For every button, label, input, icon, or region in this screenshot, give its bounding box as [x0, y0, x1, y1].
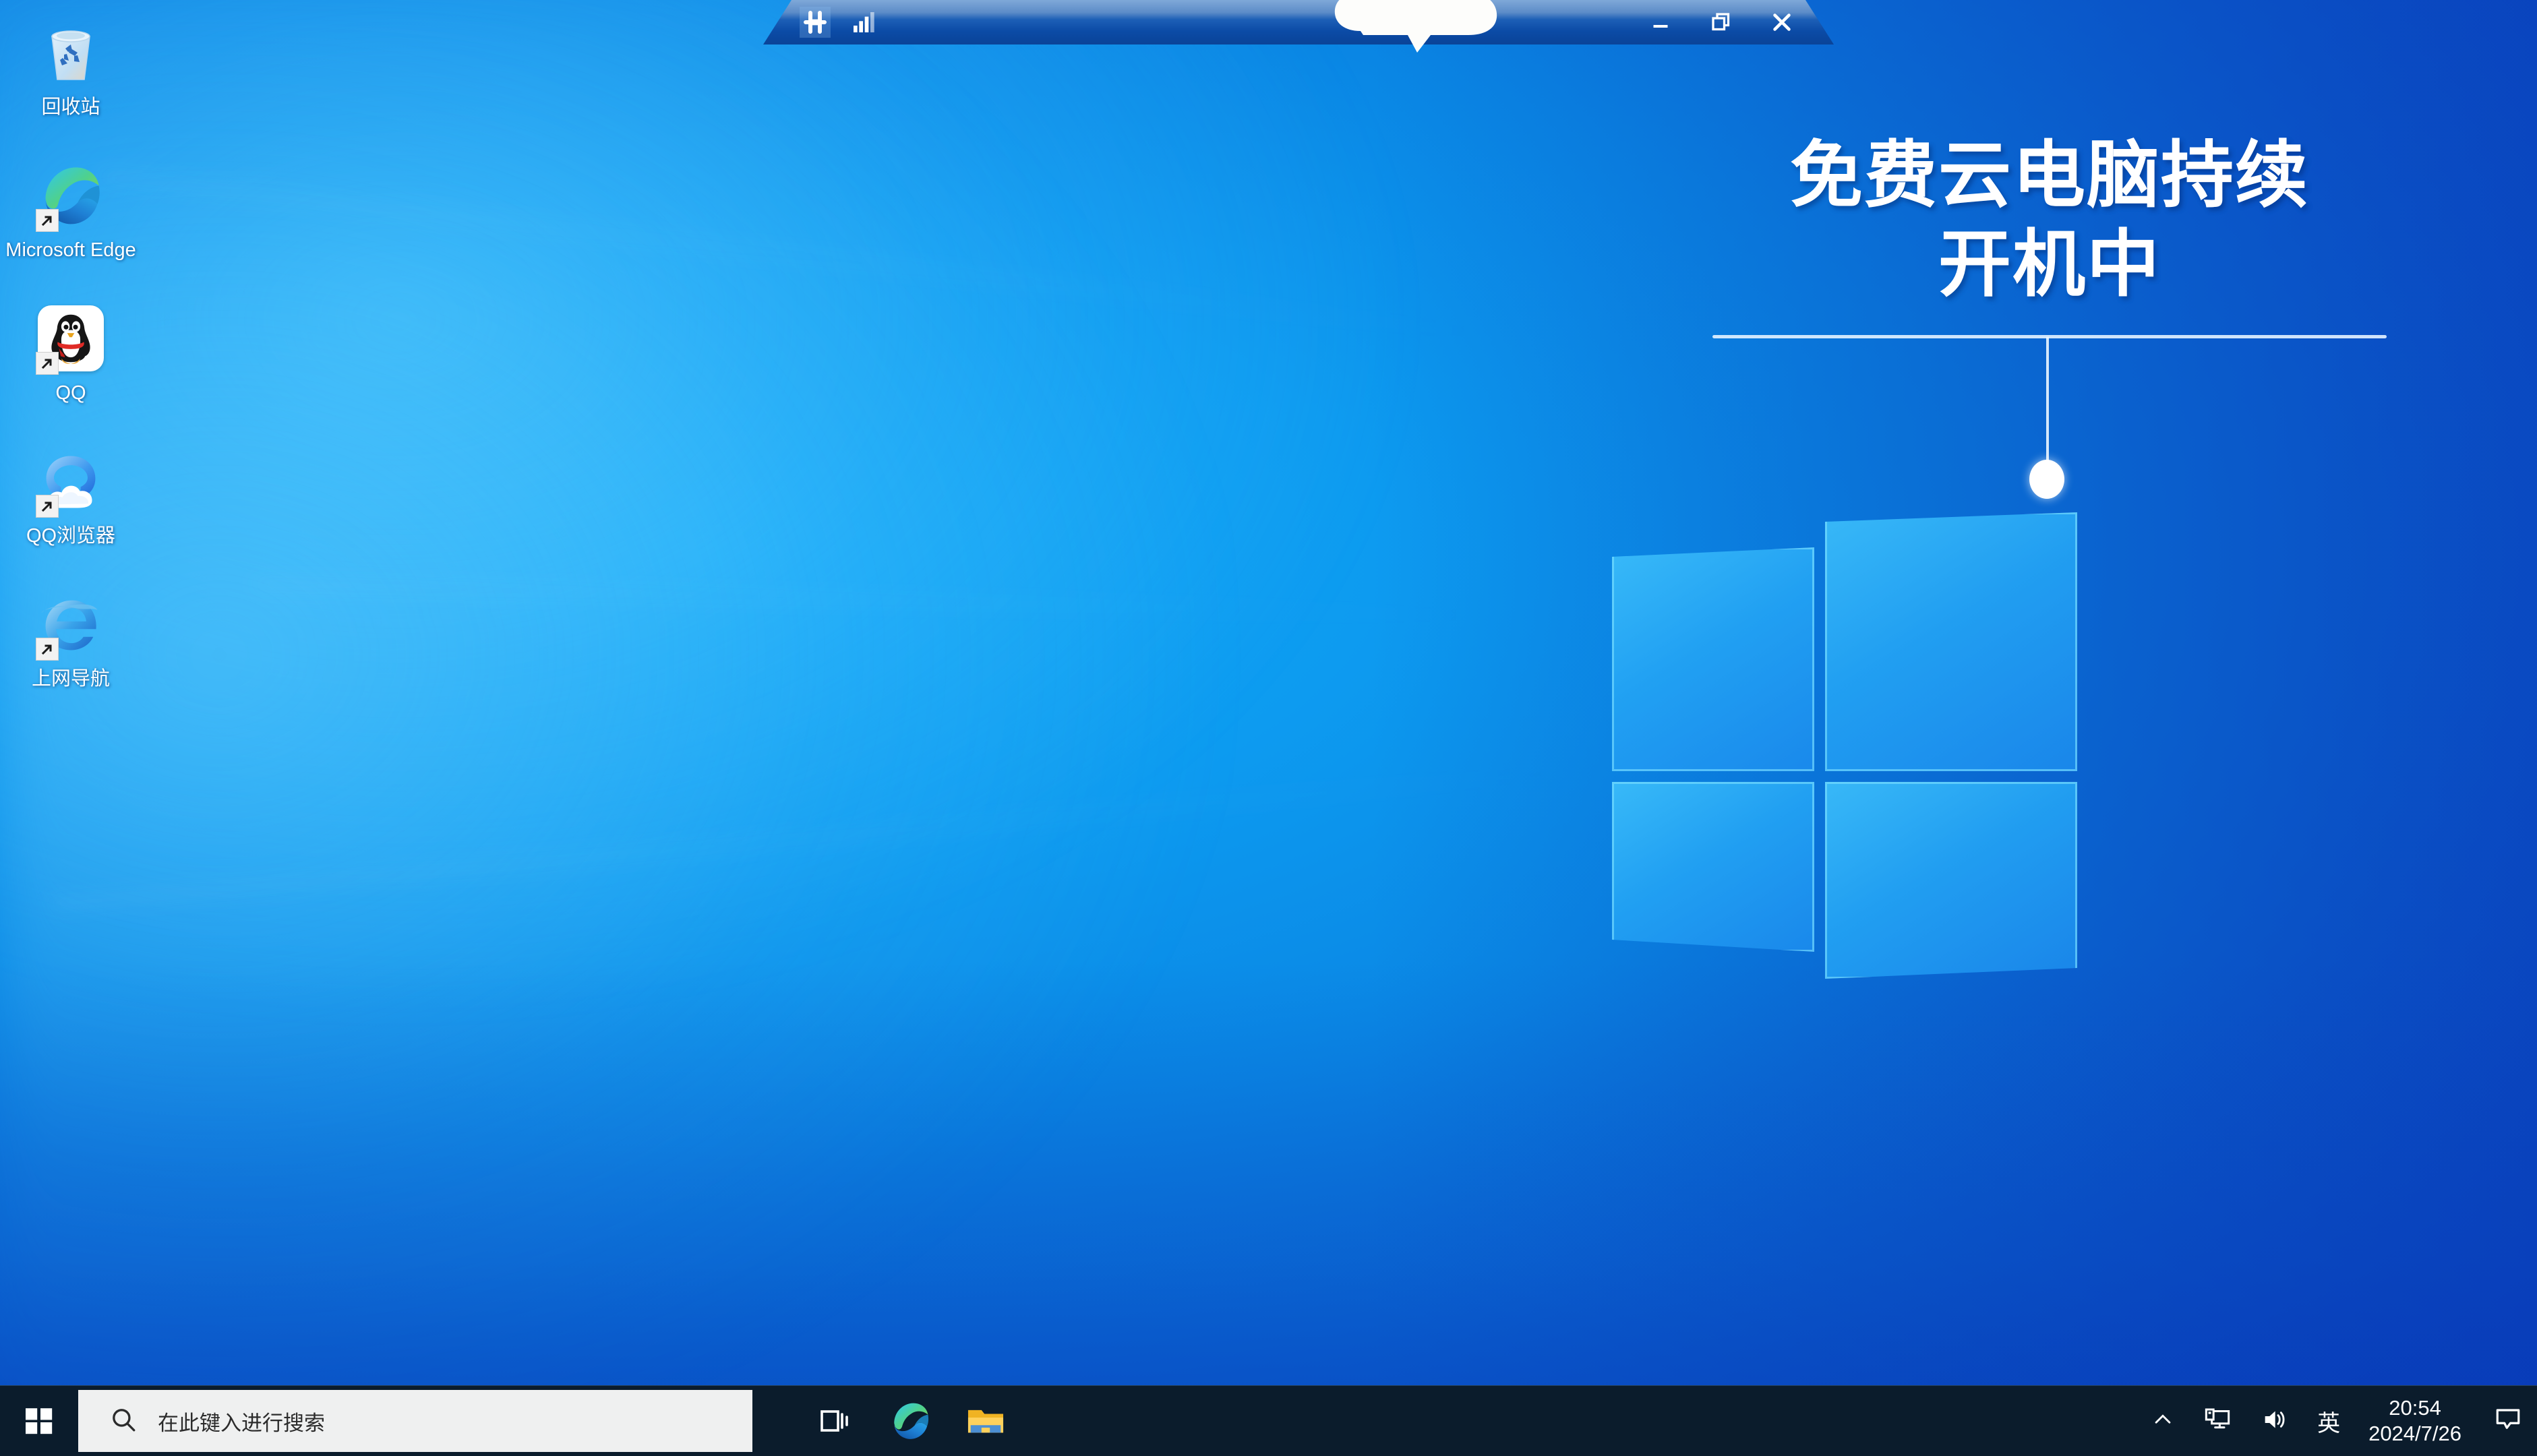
- show-hidden-icons-button[interactable]: [2137, 1386, 2189, 1456]
- task-view-button[interactable]: [797, 1386, 872, 1456]
- shortcut-arrow-icon: [36, 209, 59, 232]
- speaker-icon: [2261, 1406, 2288, 1436]
- shortcut-arrow-icon: [36, 352, 59, 375]
- callout-endpoint-dot: [2029, 460, 2064, 499]
- close-button[interactable]: [1766, 7, 1797, 38]
- desktop-icon-label: Microsoft Edge: [5, 239, 136, 261]
- desktop-icon-label: QQ浏览器: [26, 525, 116, 547]
- taskbar: 在此键入进行搜索 英 20:54 2024/7/26: [0, 1385, 2537, 1456]
- minimize-button[interactable]: [1645, 7, 1676, 38]
- wallpaper-headline: 免费云电脑持续 开机中: [1789, 133, 2309, 307]
- desktop-icon-microsoft-edge[interactable]: Microsoft Edge: [0, 150, 142, 293]
- chevron-up-icon: [2151, 1408, 2174, 1434]
- search-input[interactable]: 在此键入进行搜索: [78, 1390, 752, 1452]
- floating-control-bar[interactable]: [763, 0, 1834, 44]
- desktop-icon-column: 回收站 Microsoft Edge QQ QQ浏览器 上网导航: [0, 7, 142, 721]
- desktop-icon-recycle-bin[interactable]: 回收站: [0, 7, 142, 150]
- volume-button[interactable]: [2246, 1386, 2302, 1456]
- qq-browser-icon: [34, 445, 107, 518]
- desktop-icon-qq[interactable]: QQ: [0, 293, 142, 435]
- desktop-icon-label: 回收站: [41, 96, 100, 118]
- clock-date: 2024/7/26: [2368, 1422, 2461, 1445]
- desktop-icon-label: 上网导航: [31, 668, 110, 690]
- desktop-icon-qq-browser[interactable]: QQ浏览器: [0, 435, 142, 578]
- ime-label: 英: [2317, 1409, 2341, 1437]
- signal-bars-icon[interactable]: [848, 7, 879, 38]
- shortcut-arrow-icon: [36, 495, 59, 518]
- internet-explorer-icon: [34, 588, 107, 661]
- logo-pane-top-left: [1612, 547, 1814, 771]
- qq-penguin-icon: [34, 302, 107, 375]
- clock[interactable]: 20:54 2024/7/26: [2355, 1386, 2479, 1456]
- windows-logo-watermark: [1608, 492, 2080, 974]
- callout-underline: [1712, 335, 2387, 338]
- callout-leader-line: [2046, 337, 2049, 468]
- monitor-network-icon: [2204, 1406, 2231, 1436]
- clock-time: 20:54: [2389, 1396, 2441, 1420]
- logo-pane-bottom-left: [1612, 782, 1814, 952]
- search-icon: [109, 1405, 138, 1437]
- network-status-button[interactable]: [2189, 1386, 2246, 1456]
- desktop-icon-label: QQ: [55, 382, 86, 404]
- action-center-button[interactable]: [2479, 1386, 2537, 1456]
- restore-button[interactable]: [1706, 7, 1737, 38]
- speech-bubble-icon: [2494, 1405, 2522, 1437]
- shortcut-arrow-icon: [36, 638, 59, 661]
- taskbar-microsoft-edge[interactable]: [872, 1386, 948, 1456]
- system-tray: 英 20:54 2024/7/26: [2137, 1386, 2537, 1456]
- desktop-screen: 免费云电脑持续 开机中 回收站 Microsoft Edge QQ QQ浏览器 …: [0, 0, 2537, 1456]
- taskbar-file-explorer[interactable]: [948, 1386, 1023, 1456]
- microsoft-edge-icon: [34, 159, 107, 232]
- wallpaper-vignette-bottom: [0, 961, 2537, 1456]
- logo-pane-bottom-right: [1825, 782, 2077, 979]
- search-placeholder-text: 在此键入进行搜索: [158, 1411, 325, 1436]
- desktop-icon-internet-navigation[interactable]: 上网导航: [0, 578, 142, 721]
- start-button[interactable]: [0, 1386, 78, 1456]
- logo-pane-top-right: [1825, 512, 2077, 771]
- pin-icon[interactable]: [800, 7, 831, 38]
- recycle-bin-icon: [34, 16, 107, 89]
- taskbar-app-list: [797, 1386, 1023, 1456]
- ime-indicator[interactable]: 英: [2302, 1386, 2355, 1456]
